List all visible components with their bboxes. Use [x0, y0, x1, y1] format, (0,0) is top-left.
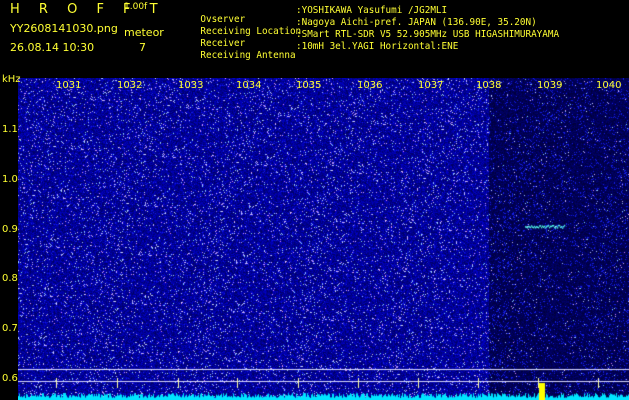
x-tick-label: 1033: [178, 80, 204, 91]
y-tick-label: 0.7: [2, 323, 18, 334]
antenna-label: Receiving Antenna: [200, 50, 296, 62]
x-tick-label: 1032: [117, 80, 143, 91]
x-tick-label: 1035: [296, 80, 322, 91]
antenna-value: :10mH 3el.YAGI Horizontal:ENE: [296, 41, 459, 52]
y-axis-unit: kHz: [2, 74, 21, 85]
observer-value: :YOSHIKAWA Yasufumi /JG2MLI: [296, 5, 448, 16]
x-tick-label: 1040: [596, 80, 622, 91]
receiver-value: :SMart RTL-SDR V5 52.905MHz USB HIGASHIM…: [296, 29, 560, 40]
meteor-label: meteor: [124, 26, 164, 39]
header-panel: H R O F F T 1.00f YY2608141030.png meteo…: [0, 0, 629, 76]
location-value: :Nagoya Aichi-pref. JAPAN (136.90E, 35.2…: [296, 17, 537, 28]
image-filename: YY2608141030.png: [10, 22, 118, 35]
app-version: 1.00f: [124, 2, 148, 12]
meteor-count: 7: [139, 41, 146, 54]
y-tick-label: 1.1: [2, 124, 18, 135]
x-tick-label: 1037: [418, 80, 444, 91]
plot-area: [18, 78, 629, 400]
capture-datetime: 26.08.14 10:30: [10, 41, 95, 54]
x-tick-label: 1039: [537, 80, 563, 91]
y-tick-label: 0.8: [2, 273, 18, 284]
y-tick-label: 0.6: [2, 373, 18, 384]
x-tick-label: 1036: [357, 80, 383, 91]
x-tick-label: 1038: [476, 80, 502, 91]
y-tick-label: 0.9: [2, 224, 18, 235]
x-tick-label: 1031: [56, 80, 82, 91]
x-tick-label: 1034: [236, 80, 262, 91]
y-tick-label: 1.0: [2, 174, 18, 185]
antenna-row: Receiving Antenna :10mH 3el.YAGI Horizon…: [178, 42, 458, 79]
